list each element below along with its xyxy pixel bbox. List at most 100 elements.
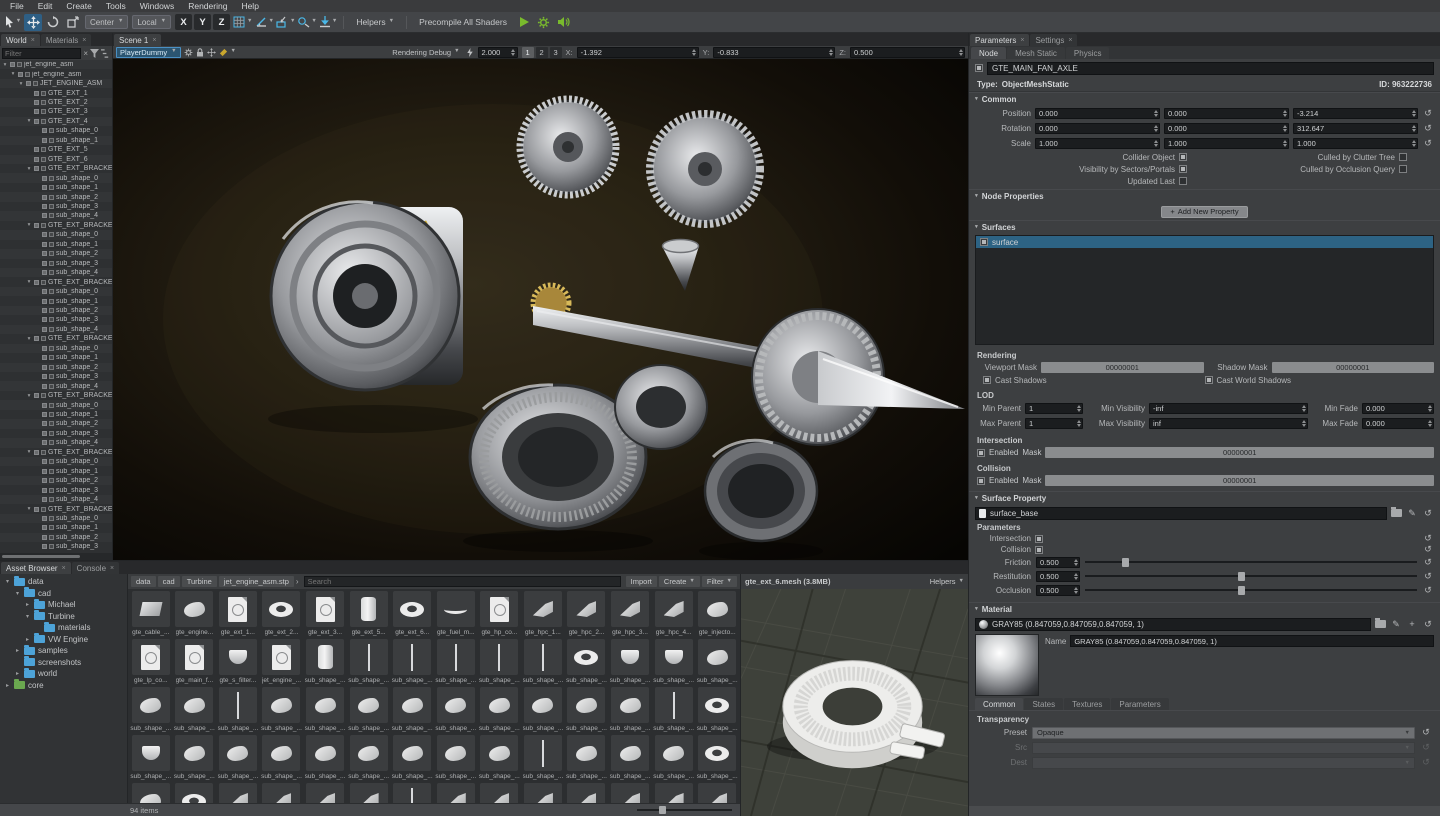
- asset-item[interactable]: sub_shape_...: [479, 687, 521, 735]
- tree-item-gte-ext-4[interactable]: ▾GTE_EXT_4: [0, 117, 112, 126]
- node-visibility-checkbox[interactable]: [34, 166, 39, 171]
- breadcrumb-data[interactable]: data: [131, 576, 156, 587]
- collision-mask-button[interactable]: 00000001: [1045, 475, 1434, 486]
- tree-item-sub-shape-2[interactable]: sub_shape_2: [0, 306, 112, 315]
- folder-item-michael[interactable]: ▸Michael: [0, 599, 127, 611]
- spinner-up-icon[interactable]: [1302, 420, 1306, 423]
- spinner-up-icon[interactable]: [1428, 405, 1432, 408]
- edit-icon[interactable]: ✎: [1406, 508, 1418, 519]
- min-fade-field[interactable]: 0.000: [1362, 403, 1434, 414]
- node-visibility-checkbox[interactable]: [34, 157, 39, 162]
- asset-item[interactable]: sub_shape_...: [174, 687, 216, 735]
- viewport-layout-1[interactable]: 1: [522, 47, 534, 58]
- asset-item[interactable]: gte_hpc_1...: [522, 591, 564, 639]
- asset-item[interactable]: gte_s_filter...: [217, 639, 259, 687]
- node-visibility-checkbox[interactable]: [42, 535, 47, 540]
- asset-item[interactable]: gte_engine...: [174, 591, 216, 639]
- spinner-down-icon[interactable]: [1412, 129, 1416, 132]
- node-visibility-checkbox[interactable]: [34, 91, 39, 96]
- node-visibility-checkbox[interactable]: [34, 100, 39, 105]
- tab-console[interactable]: Console×: [72, 562, 119, 574]
- camera-speed-field[interactable]: 2.000: [478, 47, 518, 58]
- node-visibility-checkbox[interactable]: [42, 421, 47, 426]
- asset-item[interactable]: gte_hp_co...: [479, 591, 521, 639]
- asset-item[interactable]: sub_shape_...: [566, 639, 608, 687]
- filter-dropdown[interactable]: Filter▼: [702, 576, 737, 587]
- menu-edit[interactable]: Edit: [31, 0, 60, 12]
- material-tab-common[interactable]: Common: [975, 698, 1023, 710]
- friction-slider[interactable]: [1085, 561, 1417, 563]
- tree-horizontal-scrollbar[interactable]: [0, 553, 112, 560]
- expand-arrow-icon[interactable]: ▾: [2, 62, 8, 68]
- tree-item-sub-shape-2[interactable]: sub_shape_2: [0, 192, 112, 201]
- asset-item[interactable]: sub_shape_...: [435, 735, 477, 783]
- reset-icon[interactable]: ↺: [1422, 571, 1434, 582]
- asset-item[interactable]: sub_shape_...: [391, 735, 433, 783]
- import-button[interactable]: Import: [626, 576, 657, 587]
- expand-arrow-icon[interactable]: ▸: [24, 601, 31, 608]
- visibility-by-sectors-portals-checkbox[interactable]: [1179, 165, 1187, 173]
- node-visibility-checkbox[interactable]: [42, 317, 47, 322]
- spinner-arrows[interactable]: [1075, 405, 1082, 412]
- asset-item[interactable]: sub_shape_...: [696, 639, 738, 687]
- node-name-field[interactable]: [987, 62, 1434, 75]
- asset-item[interactable]: gte_injecto...: [696, 591, 738, 639]
- node-visibility-checkbox[interactable]: [26, 81, 31, 86]
- spinner-down-icon[interactable]: [1283, 114, 1287, 117]
- camera-x-field[interactable]: -1.392: [577, 47, 699, 58]
- asset-item[interactable]: sub_shape_...: [304, 735, 346, 783]
- asset-item[interactable]: gte_hpc_2...: [566, 591, 608, 639]
- max-fade-field[interactable]: 0.000: [1362, 418, 1434, 429]
- tree-item-jet-engine-asm[interactable]: ▾jet_engine_asm: [0, 69, 112, 78]
- camera-y-field[interactable]: -0.833: [713, 47, 835, 58]
- asset-item[interactable]: sub_shape_...: [304, 687, 346, 735]
- asset-item[interactable]: sub_shape_...: [696, 735, 738, 783]
- asset-item[interactable]: gte_ext_1...: [217, 591, 259, 639]
- add-icon[interactable]: +: [1406, 619, 1418, 629]
- reset-icon[interactable]: ↺: [1422, 557, 1434, 568]
- rotation-z-field[interactable]: 312.647: [1293, 123, 1418, 134]
- asset-item[interactable]: gte_hpc_4...: [653, 591, 695, 639]
- node-visibility-checkbox[interactable]: [18, 72, 23, 77]
- rendering-debug-dropdown[interactable]: Rendering Debug ▼: [390, 48, 461, 57]
- sound-button[interactable]: [555, 14, 573, 31]
- expand-arrow-icon[interactable]: ▾: [26, 222, 32, 228]
- tree-item-sub-shape-2[interactable]: sub_shape_2: [0, 419, 112, 428]
- filter-funnel-icon[interactable]: [90, 49, 99, 58]
- tree-item-gte-ext-1[interactable]: GTE_EXT_1: [0, 88, 112, 97]
- tree-item-sub-shape-3[interactable]: sub_shape_3: [0, 202, 112, 211]
- surface-snap-button[interactable]: ▼: [276, 14, 295, 31]
- node-visibility-checkbox[interactable]: [34, 393, 39, 398]
- pivot-snap-button[interactable]: ▼: [297, 14, 316, 31]
- asset-item[interactable]: gte_cable_...: [130, 591, 172, 639]
- asset-item[interactable]: sub_shape_...: [653, 639, 695, 687]
- expand-arrow-icon[interactable]: ▾: [24, 613, 31, 620]
- scale-x-field[interactable]: 1.000: [1035, 138, 1160, 149]
- reset-icon[interactable]: ↺: [1420, 727, 1432, 738]
- tree-item-sub-shape-1[interactable]: sub_shape_1: [0, 523, 112, 532]
- tree-item-gte-ext-bracket[interactable]: ▾GTE_EXT_BRACKET: [0, 277, 112, 286]
- surface-property-header[interactable]: ▾ Surface Property: [969, 491, 1440, 505]
- asset-item[interactable]: sub_shape_...: [304, 639, 346, 687]
- asset-item[interactable]: gte_ext_3...: [304, 591, 346, 639]
- tree-item-sub-shape-1[interactable]: sub_shape_1: [0, 466, 112, 475]
- tree-item-sub-shape-1[interactable]: sub_shape_1: [0, 183, 112, 192]
- tree-item-gte-ext-5[interactable]: GTE_EXT_5: [0, 145, 112, 154]
- spinner-down-icon[interactable]: [1074, 577, 1078, 580]
- scene-viewport-3d[interactable]: [113, 59, 968, 560]
- surface-item-surface[interactable]: surface: [976, 236, 1433, 248]
- node-visibility-checkbox[interactable]: [42, 440, 47, 445]
- expand-arrow-icon[interactable]: ▸: [4, 682, 11, 689]
- folder-item-core[interactable]: ▸core: [0, 680, 127, 692]
- node-visibility-checkbox[interactable]: [42, 469, 47, 474]
- node-visibility-checkbox[interactable]: [42, 374, 47, 379]
- slider-handle[interactable]: [1238, 572, 1245, 581]
- tree-item-sub-shape-0[interactable]: sub_shape_0: [0, 173, 112, 182]
- spinner-arrows[interactable]: [1072, 559, 1079, 566]
- snap-tag-icon[interactable]: [219, 48, 228, 57]
- spinner-arrows[interactable]: [1281, 140, 1288, 147]
- tree-item-sub-shape-2[interactable]: sub_shape_2: [0, 476, 112, 485]
- node-visibility-checkbox[interactable]: [34, 223, 39, 228]
- asset-item[interactable]: gte_main_f...: [174, 639, 216, 687]
- lock-icon[interactable]: [196, 48, 204, 57]
